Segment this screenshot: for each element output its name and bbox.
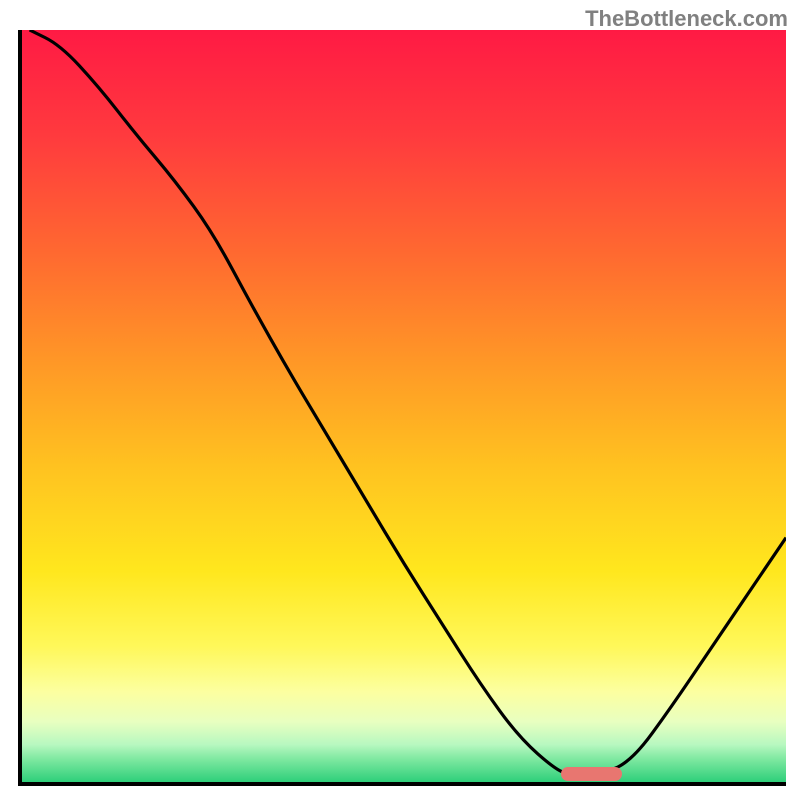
plot-area <box>18 30 786 786</box>
chart-container: TheBottleneck.com <box>0 0 800 800</box>
bottleneck-curve <box>22 30 786 782</box>
watermark-text: TheBottleneck.com <box>585 6 788 32</box>
optimal-marker <box>561 767 622 781</box>
